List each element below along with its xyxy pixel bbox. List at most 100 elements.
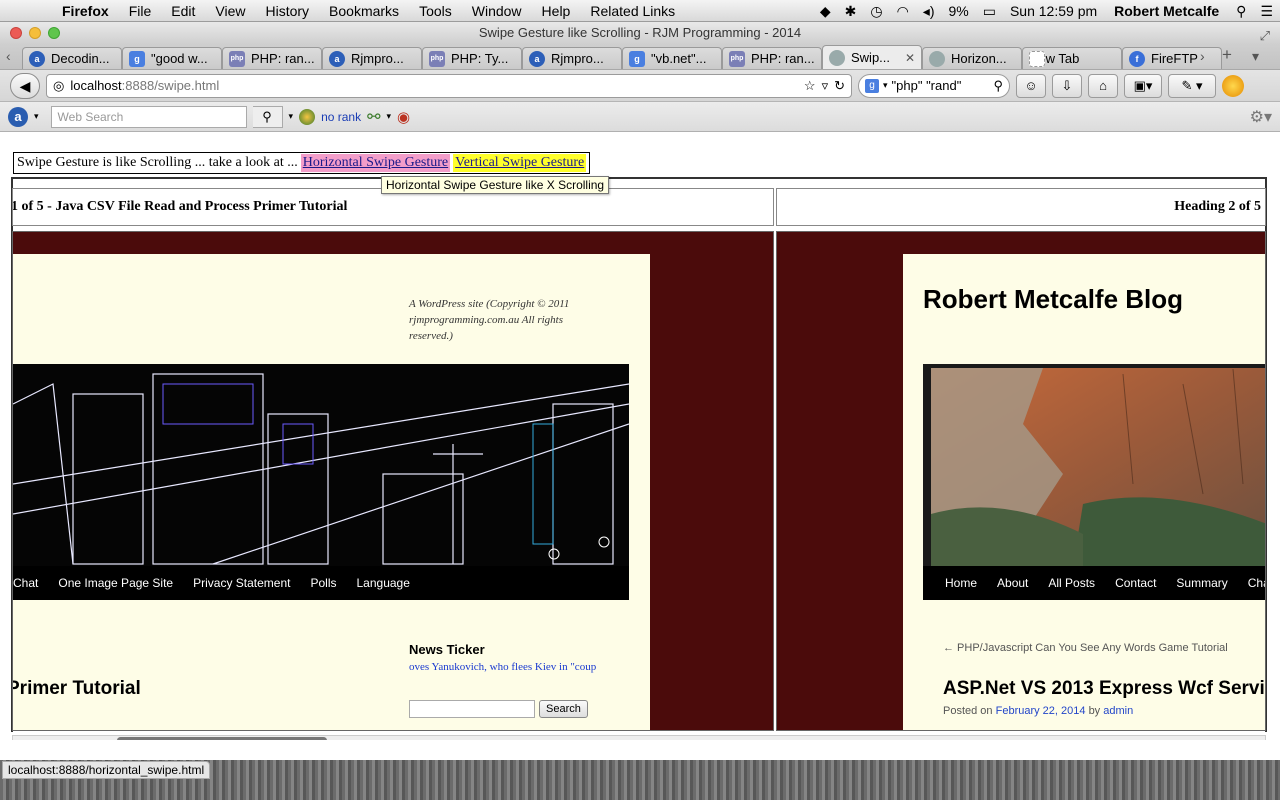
ask-logo-icon[interactable]: a xyxy=(8,106,28,127)
toolbar-menu-button[interactable]: ✎ ▾ xyxy=(1168,73,1216,98)
web-search-input[interactable]: Web Search xyxy=(50,105,247,128)
target-icon[interactable]: ◉ xyxy=(397,108,410,126)
downloads-icon[interactable]: ⇩ xyxy=(1052,73,1082,98)
menu-edit[interactable]: Edit xyxy=(161,0,205,22)
post-date-link[interactable]: February 22, 2014 xyxy=(996,705,1086,717)
menu-tools[interactable]: Tools xyxy=(409,0,462,22)
navigation-bar: ◀ ◎ localhost:8888/swipe.html ☆ ▿ ↻ g ▾ … xyxy=(0,70,1280,102)
menu-bookmarks[interactable]: Bookmarks xyxy=(319,0,409,22)
engine-dropdown-icon[interactable]: ▾ xyxy=(883,80,888,91)
screenshot-icon[interactable]: ▣▾ xyxy=(1124,73,1162,98)
menu-help[interactable]: Help xyxy=(532,0,581,22)
dropbox-icon[interactable]: ◆ xyxy=(813,0,838,22)
clock[interactable]: Sun 12:59 pm xyxy=(1003,0,1104,22)
addon-button[interactable]: ☺ xyxy=(1016,73,1046,98)
right-post-title[interactable]: ASP.Net VS 2013 Express Wcf Servic xyxy=(943,678,1265,700)
search-box[interactable]: g ▾ "php" "rand" ⚲ xyxy=(858,73,1010,98)
battery-percent[interactable]: 9% xyxy=(942,0,976,22)
menu-item-language[interactable]: Language xyxy=(357,576,410,590)
search-input[interactable]: "php" "rand" xyxy=(892,78,990,93)
new-tab-icon[interactable]: + xyxy=(1222,45,1232,65)
tab[interactable]: php PHP: ran... xyxy=(722,47,822,69)
news-ticker-text[interactable]: oves Yanukovich, who flees Kiev in "coup xyxy=(409,661,596,673)
reload-icon[interactable]: ↻ xyxy=(834,78,845,94)
tab[interactable]: Horizon... xyxy=(922,47,1022,69)
chevron-down-icon[interactable]: ▾ xyxy=(289,111,294,122)
bookmark-star-icon[interactable]: ☆ xyxy=(804,78,816,94)
google-engine-icon[interactable]: g xyxy=(865,78,879,93)
menu-file[interactable]: File xyxy=(119,0,162,22)
bluetooth-icon[interactable]: ✱ xyxy=(838,0,864,22)
wifi-icon[interactable]: ◠ xyxy=(890,0,916,22)
scrollbar-thumb[interactable] xyxy=(117,737,327,740)
menu-item-polls[interactable]: Polls xyxy=(310,576,336,590)
minimize-window-button[interactable] xyxy=(29,27,41,39)
home-icon[interactable]: ⌂ xyxy=(1088,73,1118,98)
volume-icon[interactable]: ◂) xyxy=(916,0,942,22)
site-search-input[interactable] xyxy=(409,700,535,718)
time-machine-icon[interactable]: ◷ xyxy=(863,0,889,22)
blog-title[interactable]: Robert Metcalfe Blog xyxy=(923,284,1183,315)
status-bar: localhost:8888/horizontal_swipe.html xyxy=(2,761,211,779)
menu-item-summary[interactable]: Summary xyxy=(1176,576,1227,590)
tab-active[interactable]: Swip... ✕ xyxy=(822,45,922,69)
author-link[interactable]: admin xyxy=(1103,705,1133,717)
right-iframe[interactable]: Robert Metcalfe Blog Home About All Post… xyxy=(776,231,1266,731)
menu-item-contact[interactable]: Contact xyxy=(1115,576,1156,590)
menu-item-about[interactable]: About xyxy=(997,576,1028,590)
horizontal-scrollbar[interactable] xyxy=(12,735,1266,740)
tab[interactable]: f FireFTP xyxy=(1122,47,1222,69)
user-name[interactable]: Robert Metcalfe xyxy=(1104,3,1229,19)
tab-scroll-left-icon[interactable]: ‹ xyxy=(6,48,11,64)
chevron-down-icon[interactable]: ▾ xyxy=(387,111,392,122)
dropdown-arrow-icon[interactable]: ▿ xyxy=(822,78,829,94)
web-search-button[interactable]: ⚲ xyxy=(252,105,283,128)
menu-item-privacy[interactable]: Privacy Statement xyxy=(193,576,290,590)
menu-bar: Firefox File Edit View History Bookmarks… xyxy=(0,0,1280,22)
tab[interactable]: g "good w... xyxy=(122,47,222,69)
menu-item-chat[interactable]: Cha xyxy=(1248,576,1265,590)
menu-item-all-posts[interactable]: All Posts xyxy=(1048,576,1095,590)
tab[interactable]: a Decodin... xyxy=(22,47,122,69)
url-bar[interactable]: ◎ localhost:8888/swipe.html ☆ ▿ ↻ xyxy=(46,73,852,98)
menu-item-home[interactable]: Home xyxy=(945,576,977,590)
tab[interactable]: New Tab xyxy=(1022,47,1122,69)
zoom-window-button[interactable] xyxy=(48,27,60,39)
menu-history[interactable]: History xyxy=(255,0,319,22)
tab[interactable]: g "vb.net"... xyxy=(622,47,722,69)
close-window-button[interactable] xyxy=(10,27,22,39)
previous-post-link[interactable]: ← PHP/Javascript Can You See Any Words G… xyxy=(943,642,1228,654)
close-tab-icon[interactable]: ✕ xyxy=(905,51,915,65)
spotlight-icon[interactable]: ⚲ xyxy=(1229,0,1253,22)
firefox-addon-icon[interactable] xyxy=(1222,74,1244,97)
chevron-down-icon[interactable]: ▾ xyxy=(34,111,39,122)
menu-window[interactable]: Window xyxy=(462,0,532,22)
globe-favicon-icon xyxy=(829,49,845,66)
menu-related-links[interactable]: Related Links xyxy=(580,0,685,22)
app-menu[interactable]: Firefox xyxy=(52,3,119,19)
addon-toolbar: a ▾ Web Search ⚲ ▾ no rank ⚯ ▾ ◉ ⚙▾ xyxy=(0,102,1280,132)
menu-view[interactable]: View xyxy=(205,0,255,22)
gear-icon[interactable]: ⚙▾ xyxy=(1250,107,1272,127)
left-post-title[interactable]: Primer Tutorial xyxy=(13,678,141,700)
header-image-city xyxy=(13,364,629,566)
notification-center-icon[interactable]: ☰ xyxy=(1253,0,1280,22)
tab-list-icon[interactable]: ▾ xyxy=(1252,48,1259,65)
back-button[interactable]: ◀ xyxy=(10,72,40,99)
url-text[interactable]: localhost:8888/swipe.html xyxy=(70,78,798,93)
tab-scroll-right-icon[interactable]: › xyxy=(1200,48,1205,64)
page-rank[interactable]: no rank xyxy=(321,110,361,124)
site-search-button[interactable]: Search xyxy=(539,700,588,718)
link-icon[interactable]: ⚯ xyxy=(367,107,380,127)
left-iframe[interactable]: A WordPress site (Copyright © 2011 rjmpr… xyxy=(12,231,774,731)
tab[interactable]: php PHP: Ty... xyxy=(422,47,522,69)
search-icon[interactable]: ⚲ xyxy=(993,78,1003,94)
menu-item-chat[interactable]: Chat xyxy=(13,576,38,590)
horizontal-swipe-link[interactable]: Horizontal Swipe Gesture xyxy=(300,154,451,172)
menu-item-one-image[interactable]: One Image Page Site xyxy=(58,576,173,590)
tab[interactable]: a Rjmpro... xyxy=(322,47,422,69)
vertical-swipe-link[interactable]: Vertical Swipe Gesture xyxy=(453,154,587,172)
window-title: Swipe Gesture like Scrolling - RJM Progr… xyxy=(478,25,802,40)
tab[interactable]: php PHP: ran... xyxy=(222,47,322,69)
tab[interactable]: a Rjmpro... xyxy=(522,47,622,69)
